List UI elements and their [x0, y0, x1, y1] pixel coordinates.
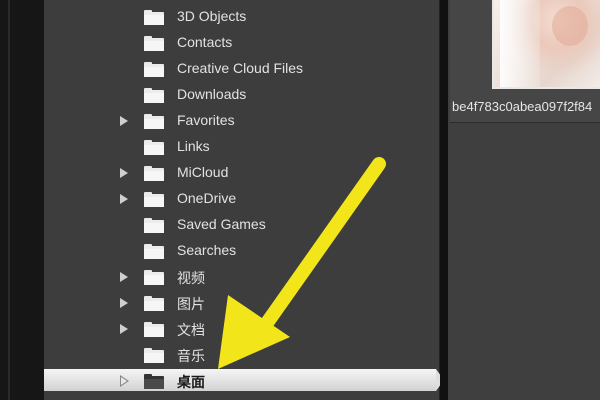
folder-icon: [144, 114, 164, 129]
expand-arrow-icon[interactable]: [120, 194, 128, 204]
folder-tree-item[interactable]: 文档: [44, 316, 439, 342]
folder-tree-item[interactable]: Links: [44, 134, 439, 160]
folder-icon-shade: [144, 15, 164, 25]
folder-tree-item[interactable]: 音乐: [44, 342, 439, 368]
folder-icon: [144, 322, 164, 337]
thumbnail-image[interactable]: [492, 0, 600, 89]
folder-icon-shade: [144, 145, 164, 155]
expand-arrow-icon[interactable]: [120, 272, 128, 282]
thumbnail-filename: be4f783c0abea097f2f84: [452, 99, 593, 114]
folder-tree-item[interactable]: Creative Cloud Files: [44, 56, 439, 82]
expand-arrow-icon-inner: [121, 377, 127, 385]
folder-icon-shade: [144, 275, 164, 285]
expand-arrow-icon[interactable]: [120, 298, 128, 308]
folder-label: Searches: [177, 242, 237, 258]
folder-label: 文档: [177, 322, 205, 338]
folder-tree-item[interactable]: Contacts: [44, 30, 439, 56]
folder-icon-shade: [144, 249, 164, 259]
folder-label: 图片: [177, 296, 205, 312]
folder-label: Favorites: [177, 112, 235, 128]
folder-icon: [144, 244, 164, 259]
folder-label: 桌面: [177, 374, 205, 390]
folder-icon-shade: [144, 301, 164, 311]
folder-icon: [144, 270, 164, 285]
folder-label: Downloads: [177, 86, 247, 102]
expand-arrow-icon[interactable]: [120, 324, 128, 334]
folder-tree-item[interactable]: 视频: [44, 264, 439, 290]
folder-icon: [144, 88, 164, 103]
thumbnail-cell[interactable]: be4f783c0abea097f2f84: [450, 0, 600, 123]
selection-highlight: [44, 369, 436, 391]
folder-tree-item[interactable]: Favorites: [44, 108, 439, 134]
folder-label: Creative Cloud Files: [177, 60, 304, 76]
folder-icon-shade: [144, 353, 164, 363]
folder-icon: [144, 374, 164, 389]
folder-icon: [144, 140, 164, 155]
panel-divider[interactable]: [440, 0, 448, 400]
folder-tree-item[interactable]: Downloads: [44, 82, 439, 108]
folder-label: OneDrive: [177, 190, 237, 206]
thumbnail-veil-detail: [500, 0, 540, 87]
folder-icon: [144, 36, 164, 51]
folder-label: Contacts: [177, 34, 233, 50]
folder-label: 视频: [177, 270, 205, 286]
folder-tree-item[interactable]: 桌面: [44, 368, 444, 394]
folder-icon: [144, 192, 164, 207]
expand-arrow-icon[interactable]: [120, 116, 128, 126]
folder-icon-shade: [144, 379, 164, 389]
thumbnail-face-detail: [552, 6, 588, 46]
folder-icon-shade: [144, 197, 164, 207]
folder-icon-shade: [144, 223, 164, 233]
folder-tree-item[interactable]: 图片: [44, 290, 439, 316]
folder-icon-shade: [144, 327, 164, 337]
folder-icon-shade: [144, 171, 164, 181]
folder-icon-shade: [144, 119, 164, 129]
folder-icon: [144, 296, 164, 311]
expand-arrow-icon[interactable]: [120, 168, 128, 178]
folder-label: MiCloud: [177, 164, 229, 180]
app-window: 3D Objects Contacts Creative Cloud Files Do…: [0, 0, 600, 400]
folder-icon: [144, 62, 164, 77]
folder-label: Links: [177, 138, 210, 154]
folder-label: Saved Games: [177, 216, 266, 232]
folder-tree-overflow: [44, 394, 439, 400]
folder-tree-item[interactable]: Saved Games: [44, 212, 439, 238]
folder-tree-item[interactable]: OneDrive: [44, 186, 439, 212]
folder-icon-shade: [144, 41, 164, 51]
folder-tree-item[interactable]: MiCloud: [44, 160, 439, 186]
folder-label: 音乐: [177, 348, 205, 364]
folder-icon: [144, 348, 164, 363]
folder-icon: [144, 166, 164, 181]
folder-icon: [144, 10, 164, 25]
folder-label: 3D Objects: [177, 8, 247, 24]
folder-icon-shade: [144, 67, 164, 77]
left-panel-edge: [0, 0, 44, 400]
folder-tree-item[interactable]: Searches: [44, 238, 439, 264]
panel-edge-line: [8, 0, 10, 400]
folder-icon-shade: [144, 93, 164, 103]
folder-tree-item[interactable]: 3D Objects: [44, 4, 439, 30]
folder-icon: [144, 218, 164, 233]
